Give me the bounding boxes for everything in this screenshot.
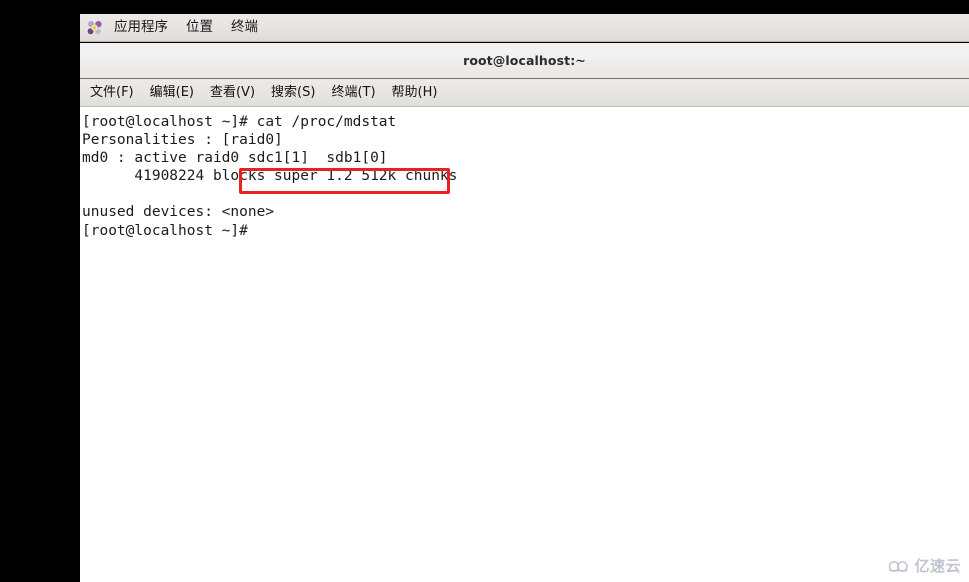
panel-item-applications[interactable]: 应用程序 — [105, 19, 177, 37]
menu-terminal[interactable]: 终端(T) — [323, 83, 383, 102]
screenshot-root: 应用程序 位置 终端 root@localhost:~ 文件(F) 编辑(E) … — [0, 0, 969, 582]
gnome-applications-icon[interactable] — [86, 19, 104, 37]
watermark-text: 亿速云 — [914, 556, 961, 575]
cloud-icon — [889, 561, 909, 572]
watermark: 亿速云 — [888, 558, 961, 574]
terminal-window: root@localhost:~ 文件(F) 编辑(E) 查看(V) 搜索(S)… — [80, 43, 969, 582]
terminal-content-area[interactable]: [root@localhost ~]# cat /proc/mdstat Per… — [80, 107, 969, 582]
terminal-menubar: 文件(F) 编辑(E) 查看(V) 搜索(S) 终端(T) 帮助(H) — [80, 79, 969, 107]
window-title: root@localhost:~ — [463, 53, 586, 68]
menu-search[interactable]: 搜索(S) — [263, 83, 323, 102]
panel-item-terminal[interactable]: 终端 — [222, 19, 267, 37]
menu-file[interactable]: 文件(F) — [82, 83, 142, 102]
terminal-output-text: [root@localhost ~]# cat /proc/mdstat Per… — [82, 114, 458, 239]
menu-edit[interactable]: 编辑(E) — [142, 83, 202, 102]
menu-view[interactable]: 查看(V) — [202, 83, 263, 102]
window-titlebar[interactable]: root@localhost:~ — [80, 43, 969, 79]
panel-item-places[interactable]: 位置 — [177, 19, 222, 37]
menu-help[interactable]: 帮助(H) — [384, 83, 446, 102]
gnome-top-panel: 应用程序 位置 终端 — [80, 14, 969, 42]
